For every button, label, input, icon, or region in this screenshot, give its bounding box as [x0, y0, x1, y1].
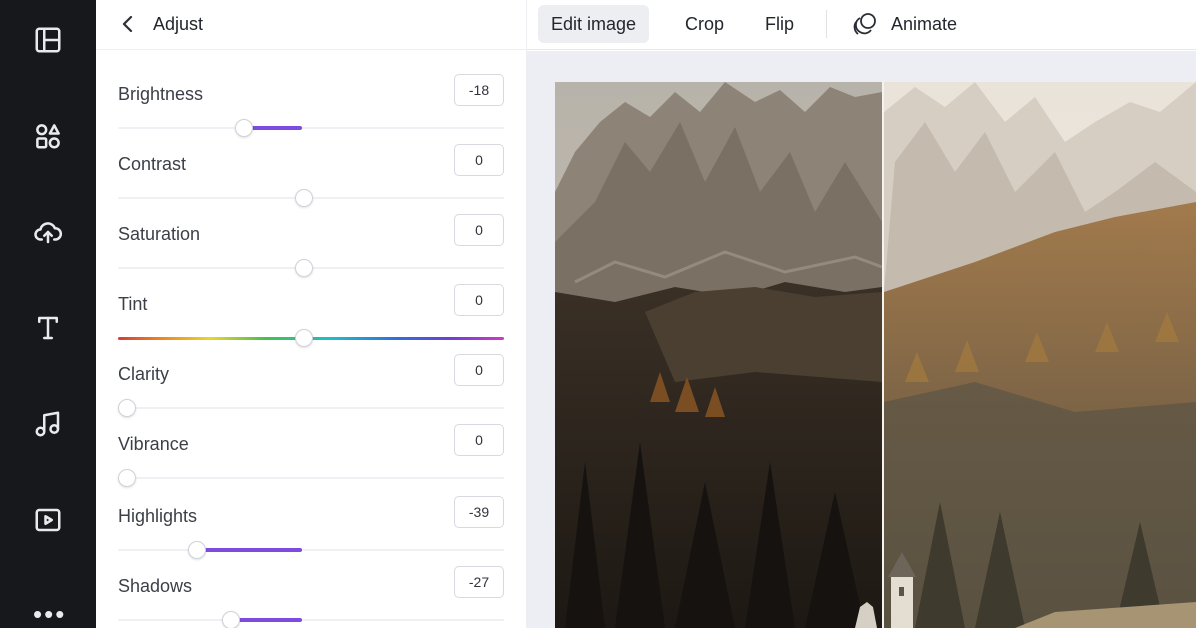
- clarity-slider-handle[interactable]: [118, 399, 136, 417]
- saturation-label: Saturation: [118, 224, 201, 244]
- elements-icon[interactable]: [28, 116, 68, 156]
- shadows-value-input[interactable]: -27: [454, 566, 504, 598]
- tint-label: Tint: [118, 294, 148, 314]
- panel-header: Adjust: [96, 0, 526, 50]
- layout-icon[interactable]: [28, 20, 68, 60]
- adjust-vibrance: Vibrance 0: [118, 424, 504, 494]
- highlights-label: Highlights: [118, 506, 198, 526]
- editor-canvas: [527, 51, 1196, 628]
- tint-value-input[interactable]: 0: [454, 284, 504, 316]
- vibrance-track[interactable]: [118, 477, 504, 479]
- chevron-left-icon: [122, 15, 133, 33]
- tint-slider-handle[interactable]: [295, 329, 313, 347]
- shadows-label: Shadows: [118, 576, 193, 596]
- saturation-slider-handle[interactable]: [295, 259, 313, 277]
- highlights-slider-handle[interactable]: [188, 541, 206, 559]
- video-icon[interactable]: [28, 500, 68, 540]
- adjust-brightness: Brightness -18: [118, 74, 504, 144]
- top-toolbar: Edit image Crop Flip Animate: [527, 0, 1196, 50]
- adjust-contrast: Contrast 0: [118, 144, 504, 214]
- animate-button[interactable]: Animate: [838, 5, 970, 43]
- contrast-label: Contrast: [118, 154, 187, 174]
- flip-button[interactable]: Flip: [752, 5, 807, 43]
- adjust-highlights: Highlights -39: [118, 496, 504, 566]
- more-apps-icon[interactable]: •••: [33, 601, 66, 627]
- panel-title: Adjust: [153, 14, 204, 34]
- brightness-track[interactable]: [118, 127, 504, 129]
- shadows-slider-handle[interactable]: [222, 611, 240, 628]
- animate-icon: [851, 10, 879, 38]
- toolbar-divider: [826, 10, 827, 38]
- edit-image-button[interactable]: Edit image: [538, 5, 650, 43]
- contrast-slider-handle[interactable]: [295, 189, 313, 207]
- crop-button[interactable]: Crop: [672, 5, 737, 43]
- highlights-value-input[interactable]: -39: [454, 496, 504, 528]
- vibrance-label: Vibrance: [118, 434, 189, 454]
- adjust-clarity: Clarity 0: [118, 354, 504, 424]
- vibrance-value-input[interactable]: 0: [454, 424, 504, 456]
- clarity-label: Clarity: [118, 364, 170, 384]
- highlights-fill: [196, 548, 302, 552]
- saturation-value-input[interactable]: 0: [454, 214, 504, 246]
- audio-icon[interactable]: [28, 404, 68, 444]
- clarity-track[interactable]: [118, 407, 504, 409]
- brightness-value-input[interactable]: -18: [454, 74, 504, 106]
- text-icon[interactable]: [28, 308, 68, 348]
- brightness-label: Brightness: [118, 84, 204, 104]
- shadows-fill: [238, 618, 302, 622]
- clarity-value-input[interactable]: 0: [454, 354, 504, 386]
- vibrance-slider-handle[interactable]: [118, 469, 136, 487]
- left-nav-rail: •••: [0, 0, 96, 628]
- back-button[interactable]: [118, 12, 142, 38]
- mountain-photo[interactable]: [555, 82, 1196, 628]
- uploads-icon[interactable]: [28, 212, 68, 252]
- adjust-panel: Adjust Brightness -18 Contrast 0 Saturat…: [96, 0, 526, 628]
- animate-label: Animate: [891, 13, 958, 34]
- highlights-track[interactable]: [118, 549, 504, 551]
- adjust-tint: Tint 0: [118, 284, 504, 354]
- shadows-track[interactable]: [118, 619, 504, 621]
- contrast-value-input[interactable]: 0: [454, 144, 504, 176]
- brightness-slider-handle[interactable]: [235, 119, 253, 137]
- adjust-saturation: Saturation 0: [118, 214, 504, 284]
- adjust-shadows: Shadows -27: [118, 566, 504, 628]
